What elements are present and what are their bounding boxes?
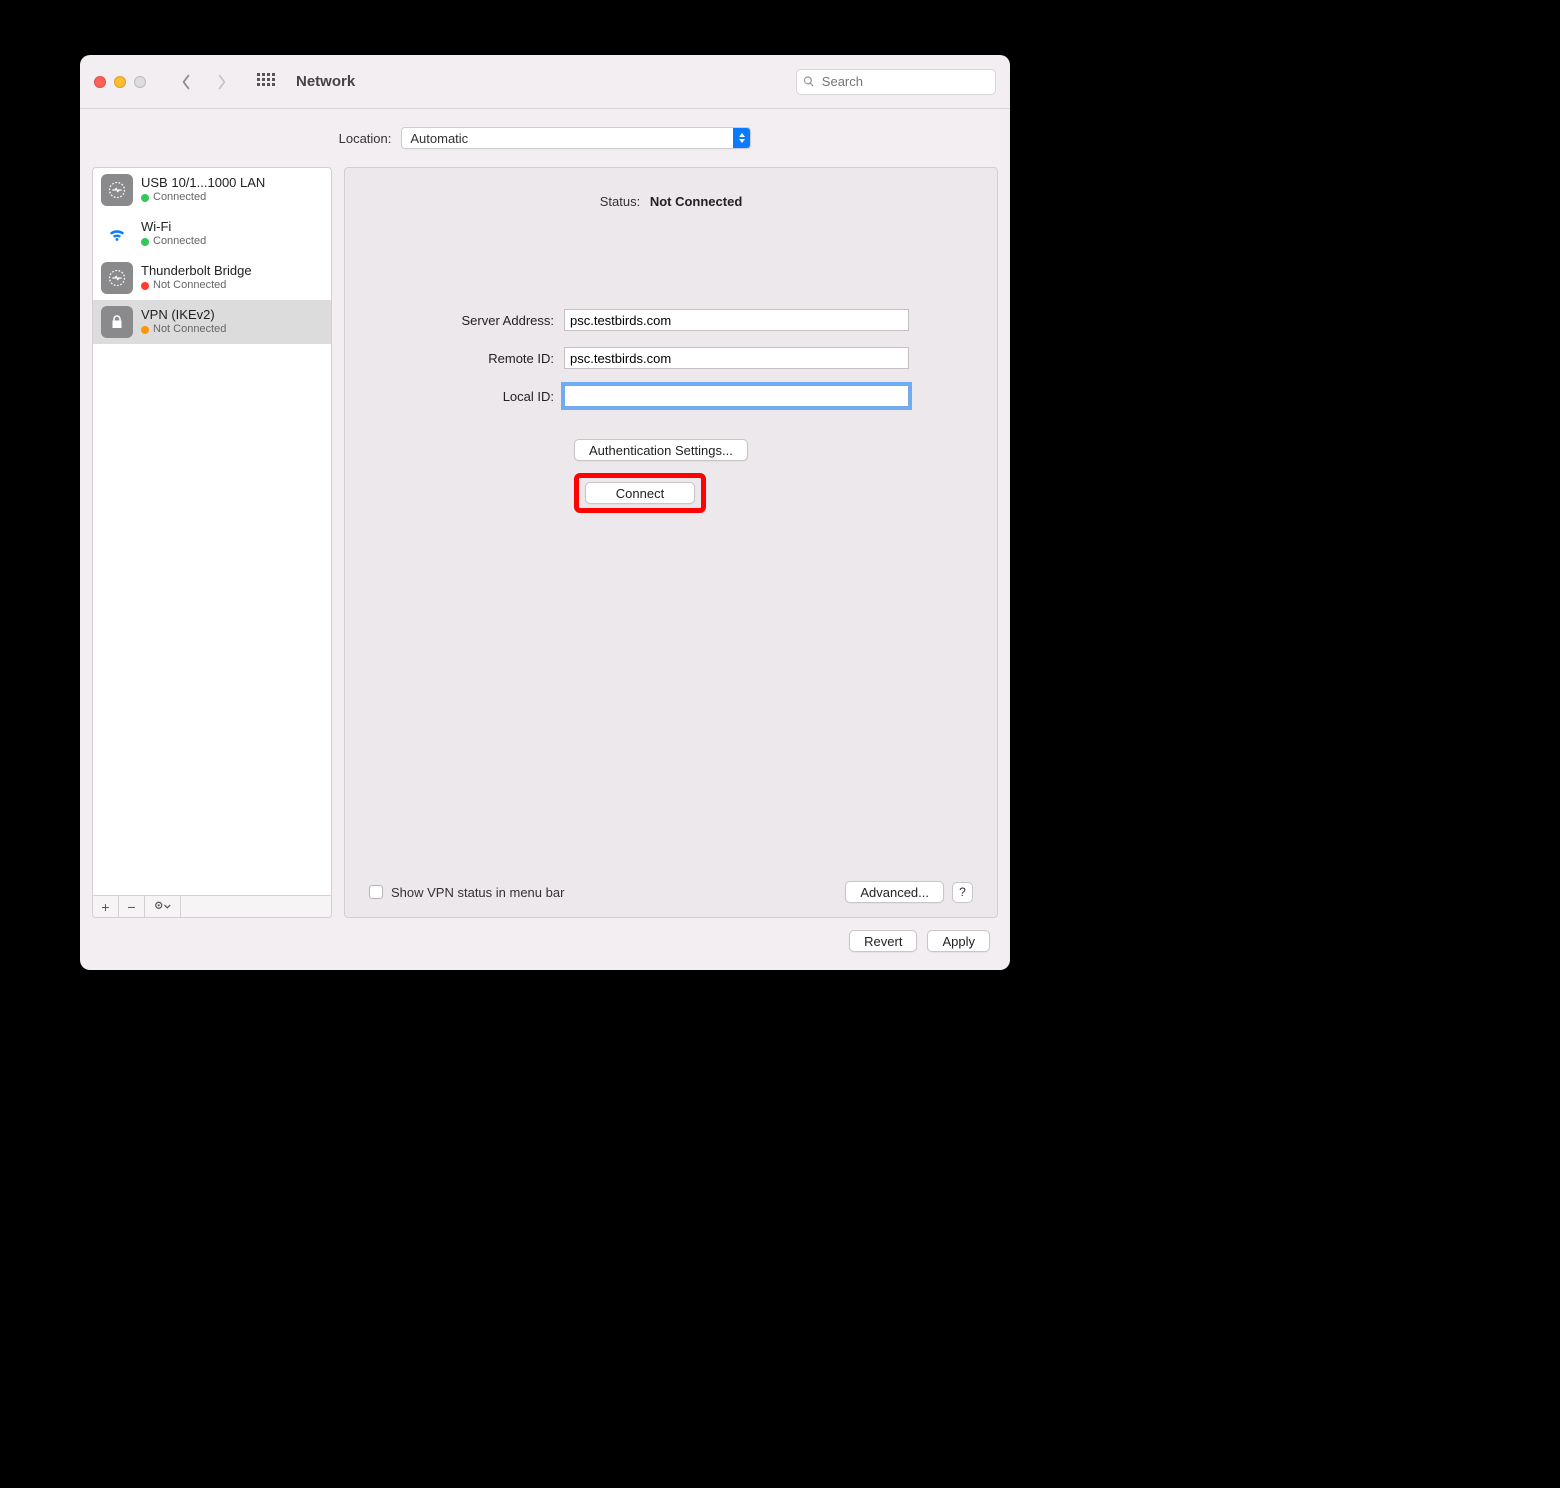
service-status: Not Connected <box>141 279 252 293</box>
page-title: Network <box>296 73 355 90</box>
sidebar-footer-spacer <box>181 896 331 917</box>
service-name: VPN (IKEv2) <box>141 307 226 323</box>
service-status: Not Connected <box>141 323 226 337</box>
local-id-input[interactable] <box>564 385 909 407</box>
local-id-row: Local ID: <box>369 385 973 407</box>
ethernet-icon <box>101 262 133 294</box>
connect-highlight: Connect <box>574 473 706 513</box>
remote-id-input[interactable] <box>564 347 909 369</box>
service-status: Connected <box>141 191 265 205</box>
status-value: Not Connected <box>650 194 742 209</box>
status-dot-icon <box>141 238 149 246</box>
service-name: Wi-Fi <box>141 219 206 235</box>
remote-id-label: Remote ID: <box>369 351 564 366</box>
service-vpn[interactable]: VPN (IKEv2) Not Connected <box>93 300 331 344</box>
back-button[interactable] <box>172 68 200 96</box>
location-select[interactable]: Automatic <box>401 127 751 149</box>
apply-button[interactable]: Apply <box>927 930 990 952</box>
server-address-row: Server Address: <box>369 309 973 331</box>
detail-panel: Status: Not Connected Server Address: Re… <box>344 167 998 918</box>
search-icon <box>803 75 815 88</box>
service-list: USB 10/1...1000 LAN Connected Wi-Fi Conn… <box>93 168 331 895</box>
status-dot-icon <box>141 194 149 202</box>
service-name: Thunderbolt Bridge <box>141 263 252 279</box>
toolbar: Network <box>80 55 1010 109</box>
revert-button[interactable]: Revert <box>849 930 917 952</box>
add-service-button[interactable]: + <box>93 896 119 917</box>
main-content: USB 10/1...1000 LAN Connected Wi-Fi Conn… <box>80 167 1010 930</box>
service-status: Connected <box>141 235 206 249</box>
window-controls <box>94 76 146 88</box>
detail-bottom-row: Show VPN status in menu bar Advanced... … <box>369 881 973 903</box>
action-buttons: Authentication Settings... Connect <box>574 439 973 513</box>
location-value: Automatic <box>410 131 468 146</box>
location-row: Location: Automatic <box>80 109 1010 167</box>
help-button[interactable]: ? <box>952 882 973 903</box>
ethernet-icon <box>101 174 133 206</box>
remove-service-button[interactable]: − <box>119 896 145 917</box>
service-wifi[interactable]: Wi-Fi Connected <box>93 212 331 256</box>
local-id-label: Local ID: <box>369 389 564 404</box>
server-address-label: Server Address: <box>369 313 564 328</box>
remote-id-row: Remote ID: <box>369 347 973 369</box>
chevron-updown-icon <box>733 128 750 148</box>
service-thunderbolt[interactable]: Thunderbolt Bridge Not Connected <box>93 256 331 300</box>
show-vpn-status-label: Show VPN status in menu bar <box>391 885 564 900</box>
search-input[interactable] <box>820 73 989 90</box>
close-window-button[interactable] <box>94 76 106 88</box>
status-dot-icon <box>141 326 149 334</box>
status-row: Status: Not Connected <box>369 194 973 209</box>
server-address-input[interactable] <box>564 309 909 331</box>
footer-buttons: Revert Apply <box>80 930 1010 970</box>
search-field[interactable] <box>796 69 996 95</box>
service-usb-lan[interactable]: USB 10/1...1000 LAN Connected <box>93 168 331 212</box>
show-vpn-status-checkbox[interactable] <box>369 885 383 899</box>
lock-icon <box>101 306 133 338</box>
service-name: USB 10/1...1000 LAN <box>141 175 265 191</box>
advanced-button[interactable]: Advanced... <box>845 881 944 903</box>
service-options-button[interactable] <box>145 896 181 917</box>
sidebar-footer: + − <box>93 895 331 917</box>
show-all-icon[interactable] <box>252 68 280 96</box>
status-dot-icon <box>141 282 149 290</box>
location-label: Location: <box>339 131 392 146</box>
zoom-window-button[interactable] <box>134 76 146 88</box>
forward-button[interactable] <box>208 68 236 96</box>
minimize-window-button[interactable] <box>114 76 126 88</box>
service-sidebar: USB 10/1...1000 LAN Connected Wi-Fi Conn… <box>92 167 332 918</box>
auth-settings-button[interactable]: Authentication Settings... <box>574 439 748 461</box>
wifi-icon <box>101 218 133 250</box>
network-prefs-window: Network Location: Automatic USB 10/1.. <box>80 55 1010 970</box>
connect-button[interactable]: Connect <box>585 482 695 504</box>
status-label: Status: <box>600 194 640 209</box>
